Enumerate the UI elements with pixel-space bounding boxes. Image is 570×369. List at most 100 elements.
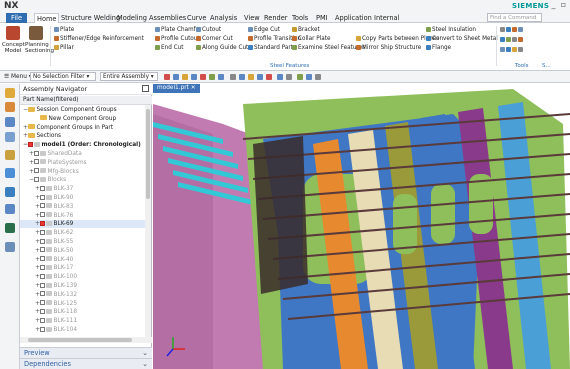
graphics-window[interactable] [153, 84, 570, 369]
visibility-checkbox[interactable] [40, 264, 45, 270]
visibility-checkbox[interactable] [40, 317, 45, 323]
menu-file[interactable]: File [6, 13, 28, 23]
visibility-checkbox[interactable] [40, 273, 45, 279]
more-group-label[interactable]: S... [542, 63, 551, 69]
corner-cut-button[interactable]: Corner Cut [196, 35, 233, 43]
roles-icon[interactable] [5, 223, 15, 233]
view-icon[interactable] [239, 74, 245, 80]
end-cut-button[interactable]: End Cut [155, 44, 183, 52]
tools-group-label[interactable]: Tools [515, 63, 529, 69]
tree-node[interactable]: New Component Group [20, 115, 146, 123]
snap-icon[interactable] [164, 74, 170, 80]
maximize-icon[interactable] [142, 85, 149, 92]
tree-node[interactable]: + BLK-55 [20, 238, 146, 246]
tree-node[interactable]: − model1 (Order: Chronological) [20, 141, 146, 149]
tree-node[interactable]: + BLK-40 [20, 256, 146, 264]
cutout-button[interactable]: Cutout [196, 26, 221, 34]
tree-node[interactable]: − Blocks [20, 176, 146, 184]
navigator-column-header[interactable]: Part Name(filtered) [20, 96, 152, 105]
view-icon[interactable] [230, 74, 236, 80]
flange-button[interactable]: Flange [426, 44, 451, 52]
selection-scope-dropdown[interactable]: Entire Assembly ▾ [100, 72, 158, 81]
view-icon[interactable] [257, 74, 263, 80]
tree-node[interactable]: + BLK-132 [20, 291, 146, 299]
visibility-checkbox[interactable] [28, 141, 33, 147]
standard-part-button[interactable]: Standard Part [248, 44, 293, 52]
collar-plate-button[interactable]: Collar Plate [292, 35, 330, 43]
restore-icon[interactable]: ▫ [559, 0, 568, 9]
menu-analysis[interactable]: Analysis [208, 13, 239, 23]
scroll-thumb[interactable] [28, 338, 132, 342]
tree-node[interactable]: + BLK-111 [20, 317, 146, 325]
visibility-checkbox[interactable] [40, 308, 45, 314]
view-icon[interactable] [266, 74, 272, 80]
tree-node[interactable]: + SharedData [20, 150, 146, 158]
menu-modeling[interactable]: Modeling [115, 13, 149, 23]
visibility-checkbox[interactable] [40, 238, 45, 244]
tree-node[interactable]: + BLK-83 [20, 203, 146, 211]
assembly-navigator-icon[interactable] [5, 88, 15, 98]
view-icon[interactable] [248, 74, 254, 80]
examine-steel-features-button[interactable]: Examine Steel Features [292, 44, 365, 52]
menu-tools[interactable]: Tools [290, 13, 310, 23]
visibility-checkbox[interactable] [40, 326, 45, 332]
tree-node[interactable]: + Sections [20, 132, 146, 140]
menu-internal[interactable]: Internal [372, 13, 401, 23]
visibility-checkbox[interactable] [34, 176, 39, 182]
snap-icon[interactable] [209, 74, 215, 80]
tree-node[interactable]: + BLK-139 [20, 282, 146, 290]
menu-curve[interactable]: Curve [185, 13, 208, 23]
menu-pmi[interactable]: PMI [314, 13, 330, 23]
plate-button[interactable]: Plate [54, 26, 74, 34]
vertical-scrollbar[interactable] [145, 105, 151, 337]
stiffener-button[interactable]: Stiffener/Edge Reinforcement [54, 35, 144, 43]
dependencies-panel-header[interactable]: Dependencies ⌄ [20, 358, 152, 369]
visibility-checkbox[interactable] [40, 212, 45, 218]
visibility-checkbox[interactable] [40, 291, 45, 297]
system-materials-icon[interactable] [5, 187, 15, 197]
tree-node[interactable]: + BLK-125 [20, 300, 146, 308]
convert-to-sheet-metal-button[interactable]: Convert to Sheet Metal [426, 35, 498, 43]
snap-icon[interactable] [218, 74, 224, 80]
visibility-checkbox[interactable] [40, 185, 45, 191]
view-icon[interactable] [315, 74, 321, 80]
scroll-thumb[interactable] [146, 109, 150, 199]
system-scenes-icon[interactable] [5, 242, 15, 252]
preview-panel-header[interactable]: Preview ⌄ [20, 347, 152, 358]
along-guide-cut-button[interactable]: Along Guide Cut [196, 44, 248, 52]
view-icon[interactable] [286, 74, 292, 80]
visibility-checkbox[interactable] [34, 150, 39, 156]
selection-filter-dropdown[interactable]: No Selection Filter ▾ [30, 72, 96, 81]
tree-node[interactable]: + BLK-104 [20, 326, 146, 334]
tools-icon-row[interactable] [500, 36, 524, 44]
tree-node[interactable]: + BLK-17 [20, 264, 146, 272]
visibility-checkbox[interactable] [40, 203, 45, 209]
snap-icon[interactable] [200, 74, 206, 80]
bracket-button[interactable]: Bracket [292, 26, 320, 34]
document-tab[interactable]: model1.prt ✕ [153, 84, 200, 93]
tree-node[interactable]: + BLK-76 [20, 212, 146, 220]
view-icon[interactable] [277, 74, 283, 80]
menu-button[interactable]: ☰ Menu ▾ [4, 72, 32, 82]
visibility-checkbox[interactable] [34, 159, 39, 165]
menu-application[interactable]: Application [333, 13, 374, 23]
tools-icon-row[interactable] [500, 26, 524, 34]
menu-render[interactable]: Render [262, 13, 289, 23]
tree-node[interactable]: + BLK-62 [20, 229, 146, 237]
part-navigator-icon[interactable] [5, 102, 15, 112]
tree-node[interactable]: + Component Groups in Part [20, 124, 146, 132]
snap-icon[interactable] [191, 74, 197, 80]
visibility-checkbox[interactable] [40, 220, 45, 226]
steel-insulation-button[interactable]: Steel Insulation [426, 26, 476, 34]
menu-structure-welding[interactable]: Structure Welding [59, 13, 122, 23]
plate-chamfer-button[interactable]: Plate Chamfer [155, 26, 201, 34]
view-icon[interactable] [306, 74, 312, 80]
menu-view[interactable]: View [242, 13, 262, 23]
tree-node[interactable]: + Mfg-Blocks [20, 168, 146, 176]
mirror-ship-structure-button[interactable]: Mirror Ship Structure [356, 44, 421, 52]
history-icon[interactable] [5, 150, 15, 160]
chevron-down-icon[interactable]: ⌄ [142, 359, 148, 369]
visibility-checkbox[interactable] [40, 282, 45, 288]
tree-node[interactable]: − Session Component Groups [20, 106, 146, 114]
pillar-button[interactable]: Pillar [54, 44, 74, 52]
